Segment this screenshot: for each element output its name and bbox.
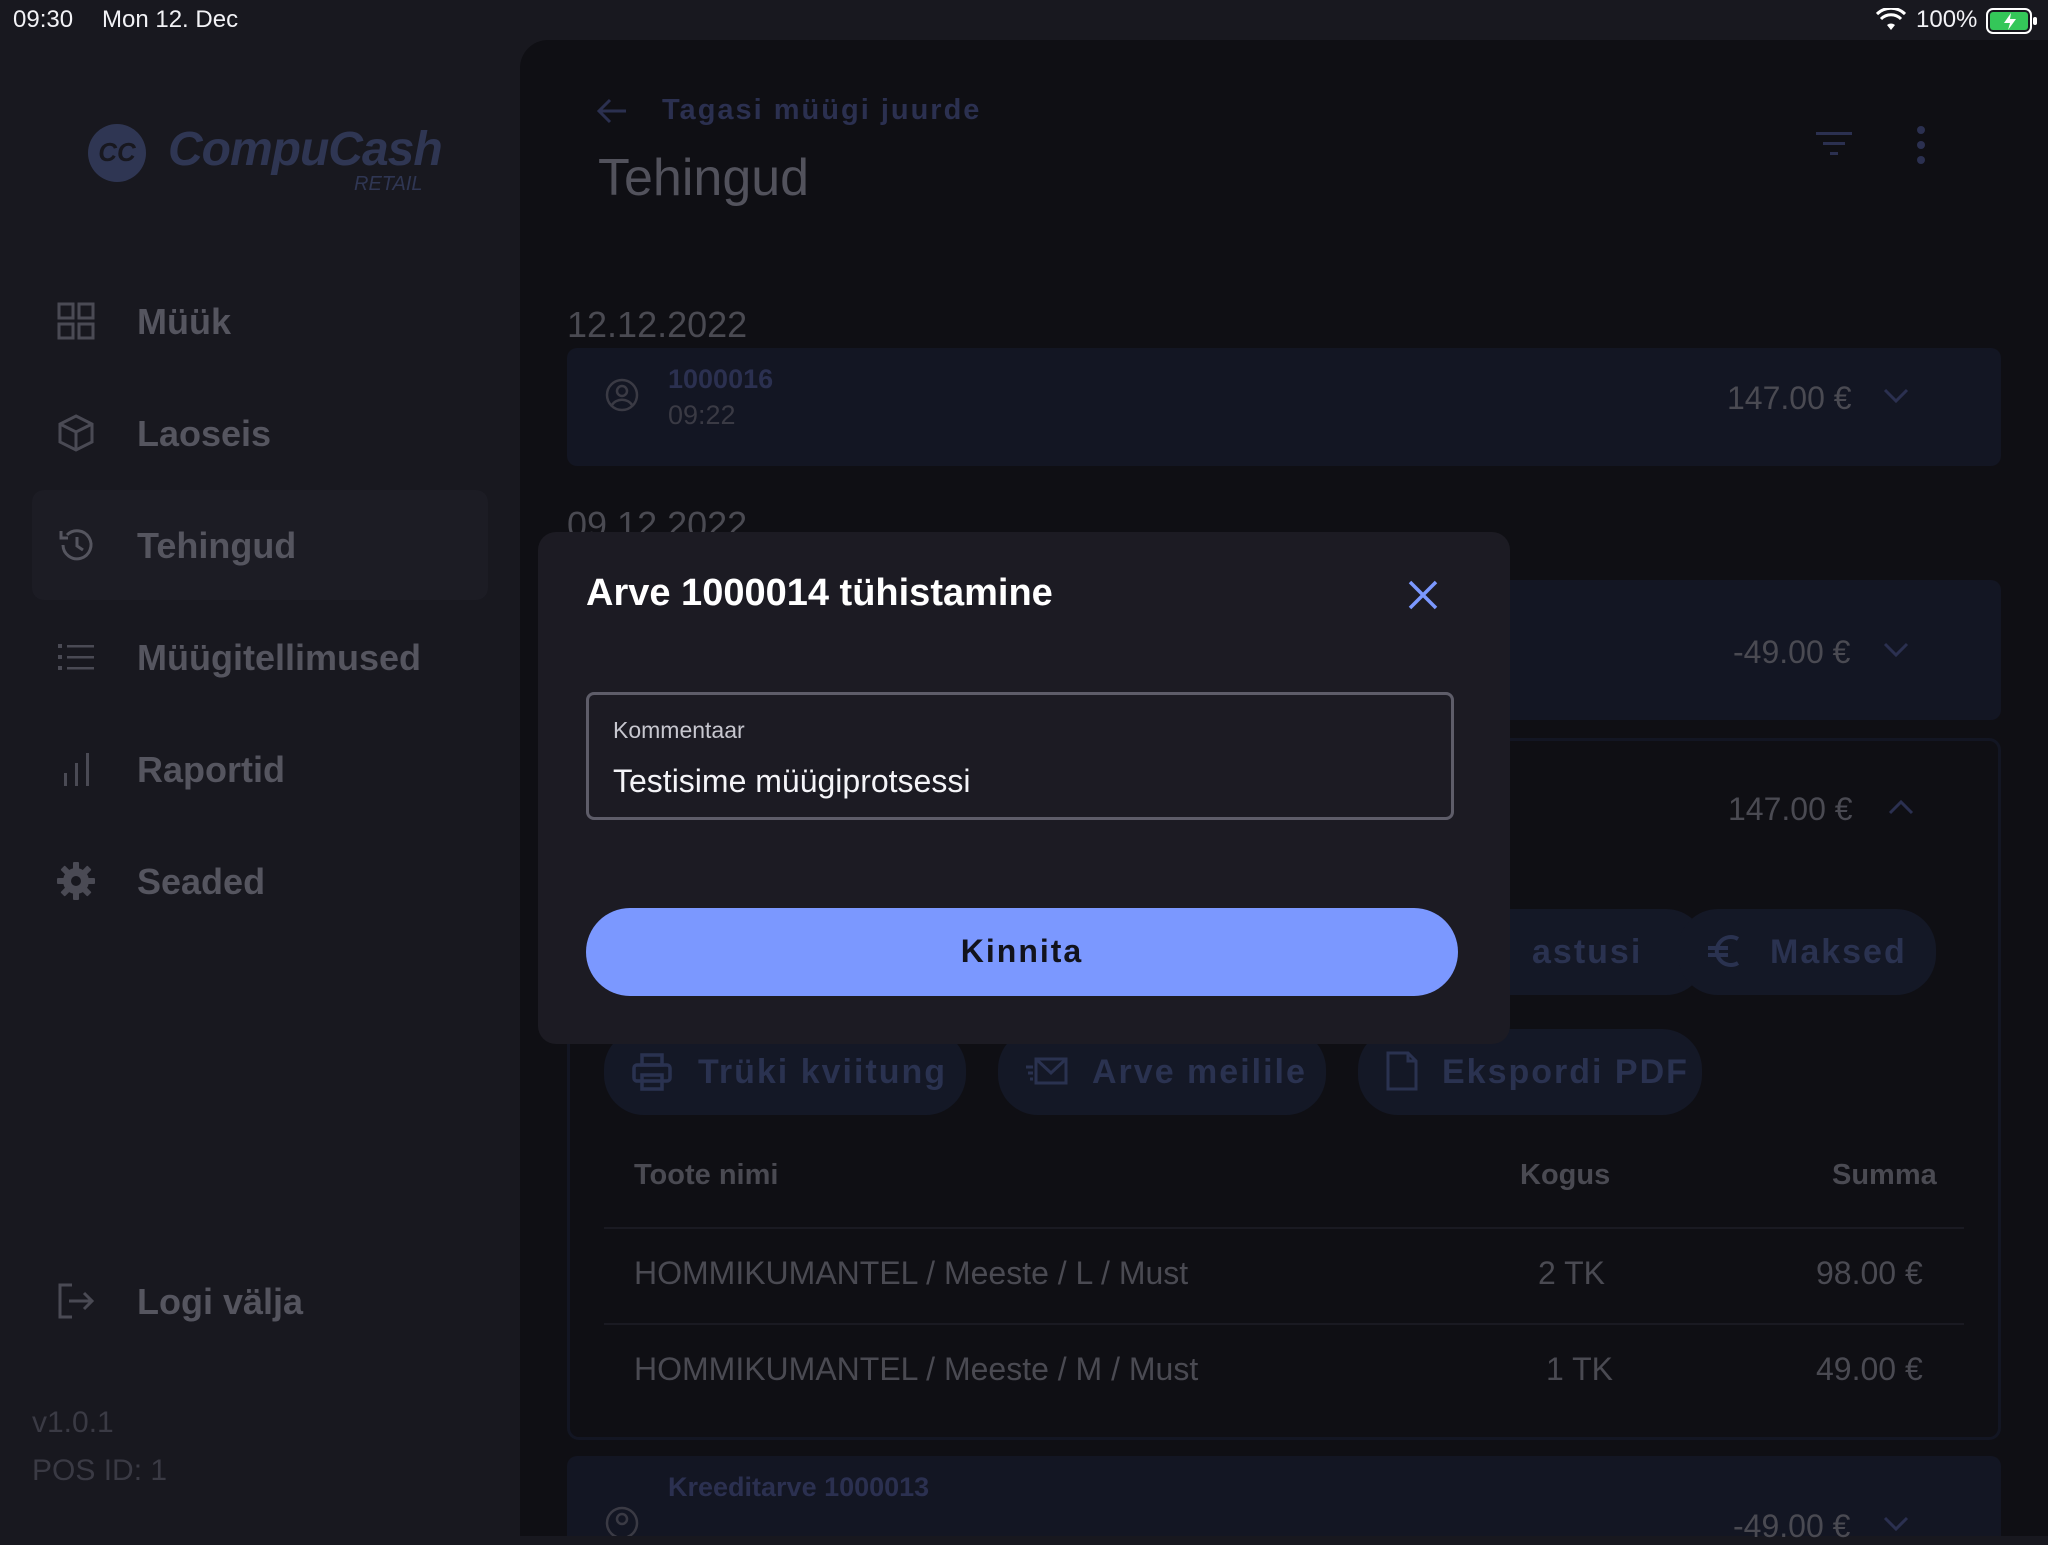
logo-mark-text: CC [98,137,136,167]
sidebar-item-label: Tehingud [137,525,297,566]
user-circle-icon [605,1506,639,1536]
transaction-number: 1000016 [668,364,774,394]
confirm-label: Kinnita [960,933,1084,969]
close-icon[interactable] [1404,576,1442,614]
column-header-sum: Summa [1832,1159,1937,1191]
row-sum: 49.00 € [1816,1351,1923,1387]
sidebar-item-laoseis[interactable]: Laoseis [32,378,488,488]
app-version: v1.0.1 [32,1406,114,1439]
battery-percent: 100% [1916,6,1978,33]
sidebar-item-raportid[interactable]: Raportid [32,714,488,824]
sidebar-item-label: Laoseis [137,413,272,454]
status-bar: 09:30 Mon 12. Dec 100% [0,0,2048,40]
chevron-down-icon[interactable] [1883,388,1909,404]
chevron-down-icon[interactable] [1883,642,1909,658]
action-label: Ekspordi PDF [1442,1053,1689,1091]
box-icon [56,413,96,453]
row-product-name: HOMMIKUMANTEL / Meeste / L / Must [634,1255,1189,1291]
back-arrow-icon[interactable] [596,96,628,126]
action-label: Trüki kviitung [698,1053,948,1091]
list-icon [56,637,96,677]
back-link[interactable]: Tagasi müügi juurde [662,94,981,127]
euro-icon [1706,931,1742,971]
payments-button[interactable]: Maksed [1678,909,1936,995]
transaction-card[interactable]: 1000016 09:22 147.00 € [567,348,2001,466]
transaction-card[interactable]: Kreeditarve 1000013 -49.00 € [567,1456,2001,1544]
comment-input[interactable]: Testisime müügiprotsessi [613,763,970,800]
sidebar-item-label: Raportid [137,749,285,790]
row-quantity: 2 TK [1538,1255,1605,1291]
column-header-name: Toote nimi [634,1159,779,1191]
logout-label: Logi välja [137,1281,304,1322]
logo-text: CompuCash [168,123,443,176]
date-header: 12.12.2022 [567,304,748,345]
transaction-amount: 147.00 € [1728,791,1853,827]
cancel-invoice-dialog: Arve 1000014 tühistamine Kommentaar Test… [538,532,1510,1044]
logo-sub: RETAIL [354,173,423,195]
sidebar-item-muuk[interactable]: Müük [32,266,488,376]
divider [604,1323,1964,1325]
sidebar-item-tehingud[interactable]: Tehingud [32,490,488,600]
transaction-amount: -49.00 € [1733,1508,1851,1544]
logout-button[interactable]: Logi välja [32,1246,488,1356]
comment-field[interactable]: Kommentaar Testisime müügiprotsessi [586,692,1454,820]
gear-icon [56,861,96,901]
column-header-qty: Kogus [1520,1159,1611,1191]
action-label: Arve meilile [1092,1053,1307,1091]
dialog-title: Arve 1000014 tühistamine [586,572,1053,614]
sidebar-item-label: Müük [137,301,231,342]
email-icon [1026,1057,1068,1087]
row-quantity: 1 TK [1546,1351,1613,1387]
sidebar-item-label: Seaded [137,861,266,902]
grid-icon [56,301,96,341]
logout-icon [56,1281,96,1321]
more-vert-icon[interactable] [1917,126,1925,164]
pos-id: POS ID: 1 [32,1454,168,1487]
sidebar: CC CompuCash RETAIL Müük Laoseis Tehingu… [0,40,520,1536]
row-sum: 98.00 € [1816,1255,1923,1291]
divider [604,1227,1964,1229]
user-circle-icon [605,378,639,412]
status-date: Mon 12. Dec [102,6,239,33]
action-label: Maksed [1770,933,1907,971]
wifi-icon [1876,8,1906,32]
chevron-up-icon[interactable] [1888,799,1914,815]
sidebar-item-muugitellimused[interactable]: Müügitellimused [32,602,488,712]
battery-icon [1986,7,2038,35]
filter-icon[interactable] [1816,130,1852,158]
action-label: astusi [1532,933,1643,971]
transaction-time: 09:22 [668,400,736,430]
confirm-button[interactable]: Kinnita [586,908,1458,996]
comment-label: Kommentaar [613,717,745,743]
sidebar-item-seaded[interactable]: Seaded [32,826,488,936]
bar-chart-icon [56,749,96,789]
history-icon [56,525,96,565]
pdf-icon [1386,1051,1418,1091]
transaction-amount: 147.00 € [1727,380,1852,416]
page-title: Tehingud [598,149,810,207]
chevron-down-icon[interactable] [1883,1516,1909,1532]
row-product-name: HOMMIKUMANTEL / Meeste / M / Must [634,1351,1199,1387]
transaction-number: Kreeditarve 1000013 [668,1472,930,1502]
status-time: 09:30 [13,6,74,33]
printer-icon [632,1053,672,1091]
logo-icon: CC [88,124,146,182]
sidebar-item-label: Müügitellimused [137,637,422,678]
transaction-amount: -49.00 € [1733,634,1851,670]
